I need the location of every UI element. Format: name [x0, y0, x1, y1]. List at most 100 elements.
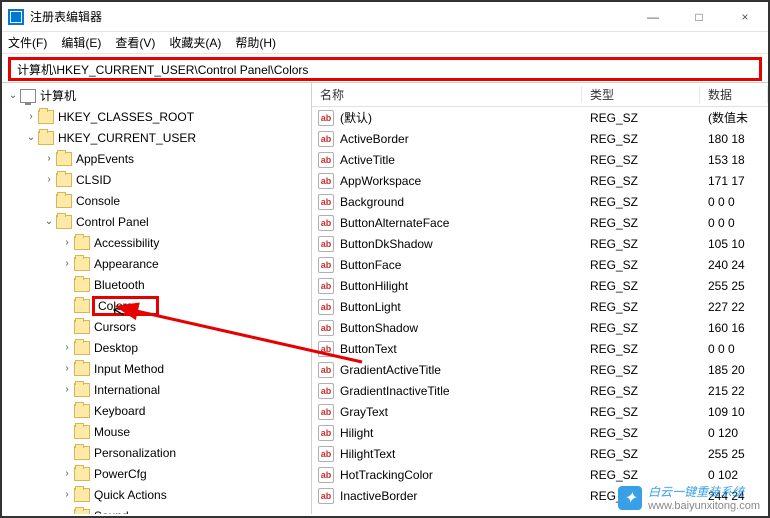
value-name: (默认)	[340, 109, 372, 126]
value-data: (数值未	[700, 109, 768, 126]
chevron-down-icon[interactable]: ⌄	[24, 132, 38, 143]
list-row[interactable]: abGradientInactiveTitleREG_SZ215 22	[312, 380, 768, 401]
tree-appearance[interactable]: ›Appearance	[2, 253, 311, 274]
tree-console[interactable]: Console	[2, 190, 311, 211]
string-value-icon: ab	[318, 320, 334, 336]
chevron-down-icon[interactable]: ⌄	[6, 90, 20, 101]
list-row[interactable]: abButtonFaceREG_SZ240 24	[312, 254, 768, 275]
menu-file[interactable]: 文件(F)	[8, 34, 47, 51]
chevron-right-icon[interactable]: ›	[60, 489, 74, 500]
tree-appevents[interactable]: ›AppEvents	[2, 148, 311, 169]
list-row[interactable]: abButtonHilightREG_SZ255 25	[312, 275, 768, 296]
tree-accessibility[interactable]: ›Accessibility	[2, 232, 311, 253]
value-type: REG_SZ	[582, 195, 700, 209]
string-value-icon: ab	[318, 236, 334, 252]
tree-bluetooth[interactable]: Bluetooth	[2, 274, 311, 295]
list-row[interactable]: abButtonDkShadowREG_SZ105 10	[312, 233, 768, 254]
list-row[interactable]: abActiveTitleREG_SZ153 18	[312, 149, 768, 170]
values-pane[interactable]: 名称 类型 数据 ab(默认)REG_SZ(数值未abActiveBorderR…	[312, 83, 768, 514]
tree-desktop[interactable]: ›Desktop	[2, 337, 311, 358]
tree-pane[interactable]: ⌄ 计算机 › HKEY_CLASSES_ROOT ⌄ HKEY_CURRENT…	[2, 83, 312, 514]
tree-colors[interactable]: Colors	[2, 295, 311, 316]
minimize-button[interactable]: —	[630, 2, 676, 31]
list-row[interactable]: abAppWorkspaceREG_SZ171 17	[312, 170, 768, 191]
titlebar: 注册表编辑器 — □ ×	[2, 2, 768, 32]
value-data: 240 24	[700, 258, 768, 272]
value-type: REG_SZ	[582, 300, 700, 314]
string-value-icon: ab	[318, 173, 334, 189]
chevron-right-icon[interactable]: ›	[60, 258, 74, 269]
tree-personalization[interactable]: Personalization	[2, 442, 311, 463]
address-bar[interactable]: 计算机\HKEY_CURRENT_USER\Control Panel\Colo…	[8, 57, 762, 81]
tree-controlpanel[interactable]: ⌄Control Panel	[2, 211, 311, 232]
string-value-icon: ab	[318, 362, 334, 378]
folder-icon	[74, 509, 90, 515]
chevron-down-icon[interactable]: ⌄	[42, 216, 56, 227]
chevron-right-icon[interactable]: ›	[42, 174, 56, 185]
chevron-right-icon[interactable]: ›	[60, 384, 74, 395]
list-row[interactable]: abButtonAlternateFaceREG_SZ0 0 0	[312, 212, 768, 233]
tree-hkcu[interactable]: ⌄ HKEY_CURRENT_USER	[2, 127, 311, 148]
string-value-icon: ab	[318, 131, 334, 147]
tree-international[interactable]: ›International	[2, 379, 311, 400]
list-row[interactable]: abButtonTextREG_SZ0 0 0	[312, 338, 768, 359]
tree-sound[interactable]: Sound	[2, 505, 311, 514]
menu-favorites[interactable]: 收藏夹(A)	[169, 34, 221, 51]
value-data: 227 22	[700, 300, 768, 314]
close-button[interactable]: ×	[722, 2, 768, 31]
tree-cursors[interactable]: Cursors	[2, 316, 311, 337]
header-type[interactable]: 类型	[582, 86, 700, 103]
maximize-button[interactable]: □	[676, 2, 722, 31]
chevron-right-icon[interactable]: ›	[24, 111, 38, 122]
folder-icon	[56, 215, 72, 229]
tree-quickactions[interactable]: ›Quick Actions	[2, 484, 311, 505]
list-row[interactable]: abButtonLightREG_SZ227 22	[312, 296, 768, 317]
value-data: 171 17	[700, 174, 768, 188]
tree-inputmethod[interactable]: ›Input Method	[2, 358, 311, 379]
chevron-right-icon[interactable]: ›	[60, 342, 74, 353]
list-row[interactable]: abGradientActiveTitleREG_SZ185 20	[312, 359, 768, 380]
list-row[interactable]: abBackgroundREG_SZ0 0 0	[312, 191, 768, 212]
list-row[interactable]: abHotTrackingColorREG_SZ0 102	[312, 464, 768, 485]
list-row[interactable]: ab(默认)REG_SZ(数值未	[312, 107, 768, 128]
header-name[interactable]: 名称	[312, 86, 582, 103]
tree-hkcr[interactable]: › HKEY_CLASSES_ROOT	[2, 106, 311, 127]
menu-edit[interactable]: 编辑(E)	[61, 34, 101, 51]
string-value-icon: ab	[318, 488, 334, 504]
string-value-icon: ab	[318, 152, 334, 168]
value-type: REG_SZ	[582, 111, 700, 125]
list-row[interactable]: ab ActiveBorder REG_SZ180 18	[312, 128, 768, 149]
list-row[interactable]: abGrayTextREG_SZ109 10	[312, 401, 768, 422]
folder-icon	[74, 278, 90, 292]
header-data[interactable]: 数据	[700, 86, 768, 103]
value-name: ActiveBorder	[340, 132, 409, 146]
value-type: REG_SZ	[582, 132, 700, 146]
value-name: ButtonLight	[340, 300, 401, 314]
chevron-right-icon[interactable]: ›	[60, 468, 74, 479]
value-type: REG_SZ	[582, 258, 700, 272]
value-type: REG_SZ	[582, 342, 700, 356]
list-row[interactable]: abButtonShadowREG_SZ160 16	[312, 317, 768, 338]
tree-root[interactable]: ⌄ 计算机	[2, 85, 311, 106]
tree-clsid[interactable]: ›CLSID	[2, 169, 311, 190]
menu-help[interactable]: 帮助(H)	[235, 34, 276, 51]
app-icon	[8, 9, 24, 25]
tree-keyboard[interactable]: Keyboard	[2, 400, 311, 421]
folder-icon	[56, 152, 72, 166]
value-type: REG_SZ	[582, 384, 700, 398]
chevron-right-icon[interactable]: ›	[60, 237, 74, 248]
tree-mouse[interactable]: Mouse	[2, 421, 311, 442]
main-split: ⌄ 计算机 › HKEY_CLASSES_ROOT ⌄ HKEY_CURRENT…	[2, 82, 768, 514]
menu-view[interactable]: 查看(V)	[115, 34, 155, 51]
string-value-icon: ab	[318, 278, 334, 294]
value-name: ButtonFace	[340, 258, 401, 272]
chevron-right-icon[interactable]: ›	[60, 363, 74, 374]
list-row[interactable]: abHilightTextREG_SZ255 25	[312, 443, 768, 464]
string-value-icon: ab	[318, 467, 334, 483]
list-row[interactable]: abHilightREG_SZ0 120	[312, 422, 768, 443]
value-data: 180 18	[700, 132, 768, 146]
value-type: REG_SZ	[582, 489, 700, 503]
list-row[interactable]: abInactiveBorderREG_SZ244 24	[312, 485, 768, 506]
chevron-right-icon[interactable]: ›	[42, 153, 56, 164]
tree-powercfg[interactable]: ›PowerCfg	[2, 463, 311, 484]
